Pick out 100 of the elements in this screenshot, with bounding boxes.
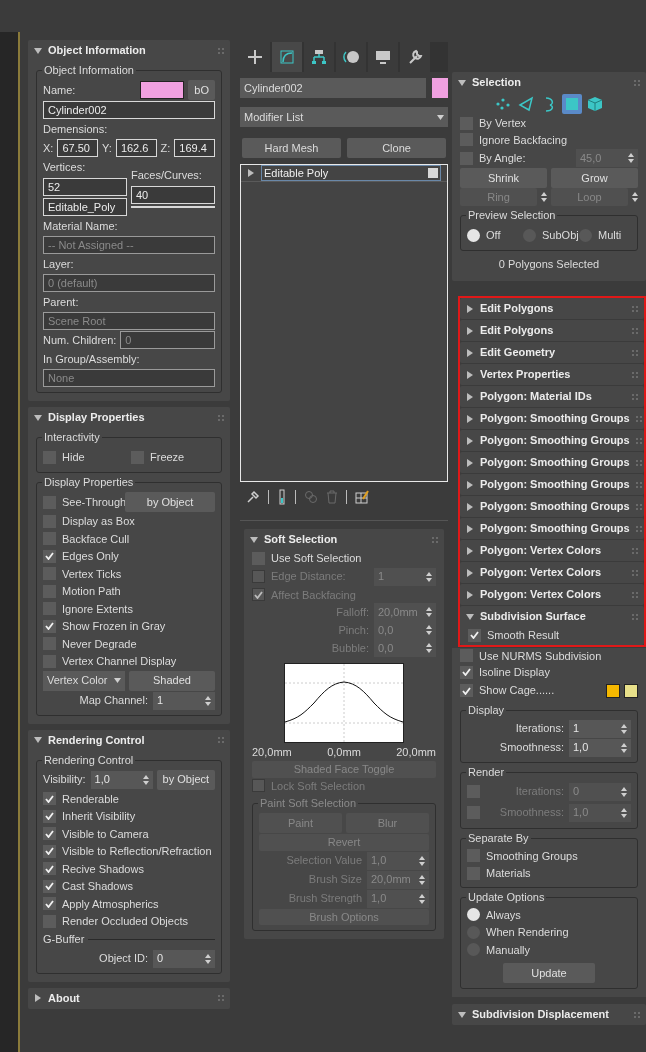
text-field[interactable]: 40 xyxy=(131,186,215,204)
rollout-title[interactable]: Subdivision Displacement xyxy=(472,1006,628,1023)
rollout-title[interactable]: Edit Polygons xyxy=(480,300,626,317)
rollout-title[interactable]: Selection xyxy=(472,74,628,91)
rollout-title[interactable]: Polygon: Smoothing Groups xyxy=(480,520,630,537)
expand-triangle-icon[interactable] xyxy=(466,326,474,335)
push-button[interactable]: Hard Mesh xyxy=(242,138,341,158)
checkbox[interactable] xyxy=(43,844,56,858)
text-field[interactable]: 162.6 xyxy=(115,139,157,157)
rollout-title[interactable]: Polygon: Smoothing Groups xyxy=(480,454,630,471)
rollout-title[interactable]: Polygon: Vertex Colors xyxy=(480,542,626,559)
rollout-title[interactable]: Polygon: Vertex Colors xyxy=(480,586,626,603)
checkbox[interactable] xyxy=(468,628,481,642)
collapse-triangle-icon[interactable] xyxy=(34,413,42,422)
text-field[interactable]: Editable_Poly xyxy=(43,198,127,216)
expand-triangle-icon[interactable] xyxy=(466,546,474,555)
checkbox[interactable] xyxy=(460,649,473,663)
caret-icon xyxy=(437,114,444,120)
push-button[interactable]: by Object xyxy=(125,492,215,512)
rollout-title[interactable]: Soft Selection xyxy=(264,531,426,548)
text-field[interactable]: Cylinder002 xyxy=(43,101,215,119)
radio-button[interactable] xyxy=(467,228,480,242)
checkbox-label: Freeze xyxy=(150,449,185,465)
collapse-triangle-icon[interactable] xyxy=(250,535,258,544)
name-field[interactable]: Cylinder002 xyxy=(240,78,426,98)
stack-item[interactable]: Editable Poly xyxy=(261,165,441,181)
rollout-title[interactable]: Edit Geometry xyxy=(480,344,626,361)
color-swatch[interactable] xyxy=(624,683,638,698)
rollout-title[interactable]: Polygon: Smoothing Groups xyxy=(480,410,630,427)
push-button[interactable]: bO xyxy=(188,80,215,100)
expand-triangle-icon[interactable] xyxy=(466,348,474,357)
expand-triangle-icon[interactable] xyxy=(247,169,255,177)
push-button[interactable]: by Object xyxy=(156,769,216,790)
curve-square-icon[interactable] xyxy=(272,42,302,72)
spinner-field[interactable]: 1 xyxy=(569,719,631,738)
grid-pencil-icon[interactable] xyxy=(355,490,369,504)
rollout-title[interactable]: Vertex Properties xyxy=(480,366,626,383)
spinner-field[interactable]: 1,0 xyxy=(90,770,153,789)
radio-button[interactable] xyxy=(467,908,480,922)
dropdown[interactable]: Modifier List xyxy=(240,107,448,127)
expand-triangle-icon[interactable] xyxy=(466,480,474,489)
grip-dots-icon xyxy=(632,327,638,334)
rollout-title[interactable]: Polygon: Material IDs xyxy=(480,388,626,405)
rollout-title[interactable]: Polygon: Smoothing Groups xyxy=(480,498,630,515)
rollout-title[interactable]: Polygon: Smoothing Groups xyxy=(480,476,630,493)
checkbox[interactable] xyxy=(43,862,56,876)
push-button[interactable]: Clone xyxy=(347,138,446,158)
checkbox[interactable] xyxy=(43,879,56,893)
checkbox[interactable] xyxy=(43,549,56,563)
rollout-title[interactable]: Polygon: Vertex Colors xyxy=(480,564,626,581)
checkbox[interactable] xyxy=(43,897,56,911)
pin-icon[interactable] xyxy=(246,490,260,504)
collapse-triangle-icon[interactable] xyxy=(466,612,474,621)
collapse-triangle-icon[interactable] xyxy=(458,78,466,87)
rollout-title[interactable]: Subdivision Surface xyxy=(480,608,626,625)
expand-triangle-icon[interactable] xyxy=(466,590,474,599)
color-swatch[interactable] xyxy=(606,683,620,698)
dropdown[interactable]: Vertex Color xyxy=(43,670,125,691)
collapse-triangle-icon[interactable] xyxy=(458,1010,466,1019)
label-text: Vertices: xyxy=(43,160,87,175)
checkbox[interactable] xyxy=(460,684,473,697)
color-swatch[interactable] xyxy=(432,78,448,98)
text-field[interactable]: 169.4 xyxy=(174,139,215,157)
text-field[interactable]: 67.50 xyxy=(57,139,99,157)
spinner-field[interactable]: 1,0 xyxy=(569,738,631,757)
rollout-title[interactable]: About xyxy=(48,989,212,1007)
expand-triangle-icon[interactable] xyxy=(466,304,474,313)
expand-triangle-icon[interactable] xyxy=(466,414,474,423)
checkbox[interactable] xyxy=(460,665,473,679)
expand-triangle-icon[interactable] xyxy=(466,502,474,511)
text-field[interactable]: 52 xyxy=(43,178,127,196)
spinner-field[interactable]: 1 xyxy=(153,691,215,710)
rollout-title[interactable]: Polygon: Smoothing Groups xyxy=(480,432,630,449)
expand-triangle-icon[interactable] xyxy=(34,994,42,1002)
expand-triangle-icon[interactable] xyxy=(466,370,474,379)
triangle-edge-icon[interactable] xyxy=(516,94,536,114)
toggle-square-icon[interactable] xyxy=(428,168,438,178)
checkbox[interactable] xyxy=(43,809,56,823)
expand-triangle-icon[interactable] xyxy=(466,568,474,577)
checkbox[interactable] xyxy=(43,827,56,841)
checkbox[interactable] xyxy=(43,619,56,633)
expand-triangle-icon[interactable] xyxy=(466,392,474,401)
cube-icon[interactable] xyxy=(585,94,605,114)
spinner-field[interactable]: 0 xyxy=(153,949,215,968)
rollout-title[interactable]: Edit Polygons xyxy=(480,322,626,339)
push-button[interactable]: Shaded xyxy=(129,670,215,691)
color-swatch[interactable] xyxy=(140,81,185,99)
expand-triangle-icon[interactable] xyxy=(466,458,474,467)
expand-triangle-icon[interactable] xyxy=(466,524,474,533)
collapse-triangle-icon[interactable] xyxy=(34,46,42,55)
rollout-title[interactable]: Object Information xyxy=(48,42,212,59)
rollout-title[interactable]: Display Properties xyxy=(48,409,212,426)
rollout-title[interactable]: Rendering Control xyxy=(48,731,212,749)
test-tube-icon[interactable] xyxy=(277,489,287,505)
push-button[interactable]: Grow xyxy=(551,168,638,188)
push-button[interactable]: Shrink xyxy=(460,168,547,188)
expand-triangle-icon[interactable] xyxy=(466,436,474,445)
checkbox[interactable] xyxy=(43,792,56,806)
push-button[interactable]: Update xyxy=(503,963,595,983)
collapse-triangle-icon[interactable] xyxy=(34,736,42,744)
